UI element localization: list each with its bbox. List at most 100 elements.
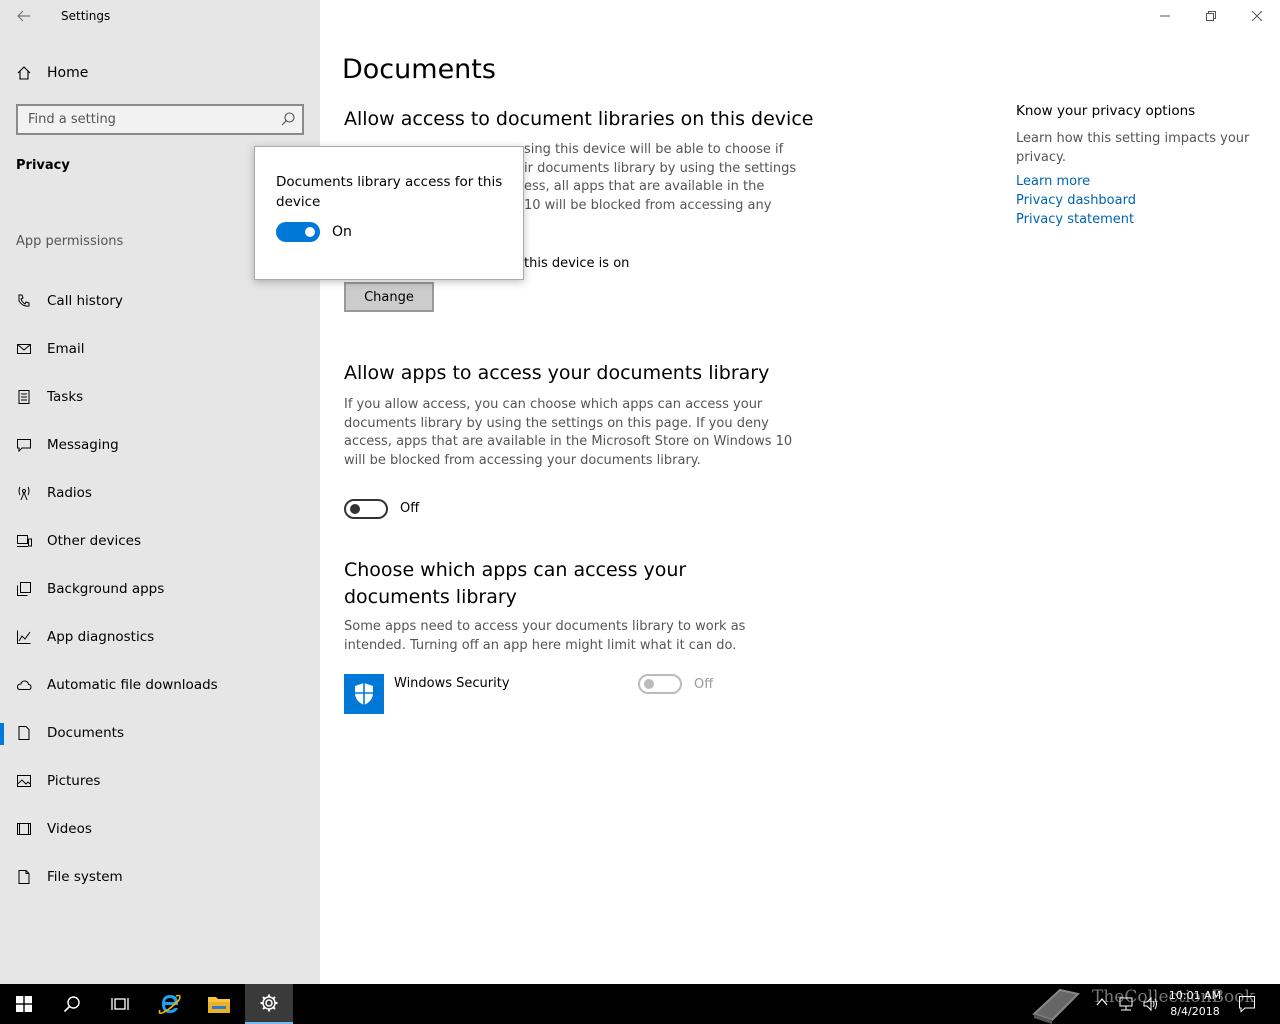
change-button[interactable]: Change — [344, 282, 434, 312]
sidebar-item-other-devices[interactable]: Other devices — [0, 521, 320, 561]
home-nav-item[interactable]: Home — [0, 56, 320, 90]
group-title: App permissions — [16, 234, 124, 249]
toggle-knob — [350, 504, 360, 514]
devices-icon — [17, 535, 32, 547]
learn-more-link[interactable]: Learn more — [1016, 174, 1090, 189]
task-view-icon — [111, 998, 129, 1010]
file-explorer-button[interactable] — [195, 984, 243, 1024]
device-access-status: this device is on — [524, 256, 630, 271]
gear-icon — [260, 994, 278, 1012]
action-center-icon[interactable] — [1238, 995, 1256, 1013]
privacy-options-text: Learn how this setting impacts your priv… — [1016, 131, 1250, 165]
sidebar-item-label: Background apps — [47, 581, 165, 597]
sidebar-item-app-diagnostics[interactable]: App diagnostics — [0, 617, 320, 657]
section-heading-app-access: Allow apps to access your documents libr… — [344, 362, 770, 384]
windows-security-app-icon — [344, 674, 384, 714]
sidebar-item-label: Pictures — [47, 773, 101, 789]
internet-explorer-icon — [158, 994, 181, 1014]
sidebar-item-label: Messaging — [47, 437, 119, 453]
radio-antenna-icon — [18, 486, 30, 501]
app-access-toggle-state: Off — [400, 501, 420, 516]
sidebar-item-documents[interactable]: Documents — [0, 713, 320, 753]
document-icon — [18, 726, 30, 740]
internet-explorer-button[interactable] — [146, 984, 194, 1024]
taskbar-clock[interactable]: 10:01 AM 8/4/2018 — [1166, 988, 1224, 1020]
mail-icon — [17, 344, 31, 354]
device-access-dialog: Documents library access for this device… — [254, 146, 524, 280]
sidebar-item-messaging[interactable]: Messaging — [0, 425, 320, 465]
taskbar: TheCollectionBook 10:01 AM 8/4/2018 — [0, 984, 1280, 1024]
description-line: ir documents library by using the settin… — [524, 161, 797, 176]
back-arrow-icon — [17, 10, 30, 22]
sidebar-item-label: Radios — [47, 485, 92, 501]
home-label: Home — [47, 65, 89, 81]
sidebar-item-call-history[interactable]: Call history — [0, 281, 320, 321]
toggle-knob — [305, 227, 315, 237]
sidebar-item-label: Automatic file downloads — [47, 677, 218, 693]
description-line: 10 will be blocked from accessing any — [524, 198, 772, 213]
minimize-button[interactable] — [1142, 0, 1188, 32]
network-icon[interactable] — [1118, 996, 1134, 1012]
windows-logo-icon — [16, 996, 32, 1012]
video-icon — [17, 823, 31, 835]
close-icon — [1252, 11, 1262, 21]
sidebar-item-label: Call history — [47, 293, 123, 309]
restore-icon — [1206, 11, 1216, 21]
folder-icon — [208, 997, 230, 1013]
search-icon[interactable] — [280, 111, 296, 127]
chevron-up-icon[interactable] — [1096, 997, 1108, 1007]
sidebar-item-file-system[interactable]: File system — [0, 857, 320, 897]
picture-icon — [17, 775, 31, 787]
sidebar-item-label: File system — [47, 869, 123, 885]
sidebar-item-email[interactable]: Email — [0, 329, 320, 369]
back-button[interactable] — [0, 0, 48, 32]
sidebar-item-label: Tasks — [47, 389, 84, 405]
description-line: sing this device will be able to choose … — [524, 142, 784, 157]
description-line: ess, all apps that are available in the — [524, 179, 765, 194]
windows-security-toggle[interactable] — [638, 674, 682, 694]
page-title: Documents — [342, 54, 496, 85]
sidebar-item-automatic-file-downloads[interactable]: Automatic file downloads — [0, 665, 320, 705]
search-icon — [63, 996, 80, 1013]
section-description-choose-apps: Some apps need to access your documents … — [344, 619, 746, 653]
sidebar-item-label: Videos — [47, 821, 92, 837]
search-input[interactable]: Find a setting — [28, 112, 116, 127]
privacy-statement-link[interactable]: Privacy statement — [1016, 212, 1134, 227]
background-apps-icon — [17, 582, 31, 596]
app-name: Windows Security — [394, 676, 510, 691]
section-heading-device-access: Allow access to document libraries on th… — [344, 108, 814, 130]
volume-icon[interactable] — [1142, 996, 1160, 1012]
book-watermark-icon — [1032, 988, 1080, 1024]
close-button[interactable] — [1234, 0, 1280, 32]
call-history-icon — [18, 294, 30, 307]
sidebar-item-label: Other devices — [47, 533, 141, 549]
windows-security-toggle-state: Off — [694, 677, 714, 692]
sidebar-item-tasks[interactable]: Tasks — [0, 377, 320, 417]
shield-icon — [355, 683, 373, 705]
diagnostics-icon — [17, 630, 31, 644]
active-indicator — [0, 723, 4, 745]
taskbar-search-button[interactable] — [48, 984, 96, 1024]
tasks-icon — [18, 390, 30, 404]
section-heading-choose-apps: Choose which apps can access your docume… — [344, 559, 687, 608]
settings-taskbar-button[interactable] — [245, 984, 293, 1024]
toggle-knob — [644, 679, 654, 689]
search-box[interactable]: Find a setting — [16, 104, 304, 135]
device-access-toggle[interactable] — [276, 222, 320, 242]
sidebar-item-pictures[interactable]: Pictures — [0, 761, 320, 801]
restore-button[interactable] — [1188, 0, 1234, 32]
sidebar-item-label: App diagnostics — [47, 629, 155, 645]
section-title: Privacy — [16, 158, 70, 173]
sidebar-item-videos[interactable]: Videos — [0, 809, 320, 849]
privacy-dashboard-link[interactable]: Privacy dashboard — [1016, 193, 1136, 208]
start-button[interactable] — [0, 984, 48, 1024]
app-access-toggle[interactable] — [344, 499, 388, 519]
section-description-app-access: If you allow access, you can choose whic… — [344, 397, 793, 468]
task-view-button[interactable] — [96, 984, 144, 1024]
sidebar-item-background-apps[interactable]: Background apps — [0, 569, 320, 609]
home-icon — [17, 66, 31, 80]
clock-date: 8/4/2018 — [1170, 1005, 1220, 1018]
privacy-options-title: Know your privacy options — [1016, 103, 1196, 119]
sidebar-item-label: Email — [47, 341, 85, 357]
sidebar-item-radios[interactable]: Radios — [0, 473, 320, 513]
